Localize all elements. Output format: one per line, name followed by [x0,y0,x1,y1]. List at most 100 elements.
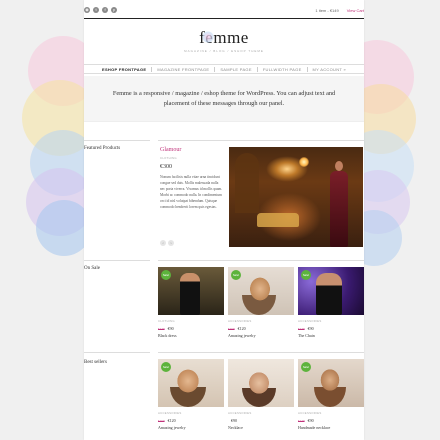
product-image[interactable]: Sale! [298,359,364,407]
slider-prev-button[interactable]: ‹ [160,240,166,246]
product-name[interactable]: Black dress [158,333,224,338]
twitter-icon[interactable]: t [93,7,99,13]
sale-badge: Sale! [161,362,171,372]
slider-arrows: ‹ › [160,240,174,246]
logo-swirl-icon [202,31,214,43]
social-icons: ◉ t f p [84,7,117,13]
product-name[interactable]: Necklace [228,425,294,430]
featured-product-description: Nonum facilisis nulla vitae urna tincidu… [160,175,223,209]
product-category[interactable]: CLOTHING [158,319,224,323]
old-price: €120 [298,418,305,423]
product-category[interactable]: ACCESSORIES [298,319,364,323]
logo-subtitle: MAGAZINE / BLOG / ESHOP THEME [184,49,264,53]
sale-badge: Sale! [301,362,311,372]
featured-product-category[interactable]: CLOTHING [160,156,177,160]
best-sellers-divider-right [158,352,364,353]
product-card[interactable]: Sale! ACCESSORIES €150 €120 Amazing jewe… [158,359,224,430]
nav-item-my-account[interactable]: MY ACCOUNT » [308,65,351,73]
featured-divider-right [158,140,364,141]
product-figure [316,273,342,315]
product-price: €150 €120 [228,326,294,331]
product-figure [242,369,276,407]
product-category[interactable]: ACCESSORIES [228,319,294,323]
product-category[interactable]: ACCESSORIES [228,411,294,415]
site-logo[interactable]: femme MAGAZINE / BLOG / ESHOP THEME [84,28,364,53]
product-price: €120 €90 [298,418,364,423]
on-sale-divider-right [158,260,364,261]
product-figure [242,275,276,315]
old-price: €120 [158,326,165,331]
product-card[interactable]: Sale! CLOTHING €120 €90 Black dress [158,267,224,338]
best-sellers-grid: Sale! ACCESSORIES €150 €120 Amazing jewe… [158,359,364,430]
nav-item-sample-page[interactable]: SAMPLE PAGE [215,65,256,73]
best-sellers-divider [84,352,150,353]
product-card[interactable]: Sale! ACCESSORIES €120 €90 Handmade neck… [298,359,364,430]
current-price: €90 [167,326,174,331]
page-container: ◉ t f p 1 item - €149 View Cart femme MA… [84,0,364,440]
current-price: €90 [307,326,314,331]
product-image[interactable]: Sale! [158,359,224,407]
sale-badge: Sale! [231,270,241,280]
topbar: ◉ t f p 1 item - €149 View Cart [84,4,364,16]
product-name[interactable]: Amazing jewelry [228,333,294,338]
product-name[interactable]: Amazing jewelry [158,425,224,430]
current-price: €90 [231,418,237,423]
image-arch [235,153,259,213]
sale-badge: Sale! [301,270,311,280]
main-nav: ESHOP FRONTPAGE MAGAZINE FRONTPAGE SAMPL… [84,64,364,74]
slider-next-button[interactable]: › [168,240,174,246]
product-category[interactable]: ACCESSORIES [298,411,364,415]
on-sale-divider [84,260,150,261]
rss-icon[interactable]: ◉ [84,7,90,13]
featured-section-title: Featured Products [84,146,121,151]
top-divider [84,18,364,19]
product-figure [180,273,200,315]
product-price: €120 €90 [298,326,364,331]
model-dress [330,171,348,247]
product-figure [314,367,346,407]
best-sellers-section-title: Best sellers [84,360,107,365]
on-sale-section-title: On Sale [84,266,100,271]
current-price: €120 [237,326,246,331]
product-image[interactable]: Sale! [158,267,224,315]
image-model [329,161,349,247]
featured-product-title[interactable]: Glamour [160,147,181,153]
current-price: €90 [307,418,314,423]
product-figure [170,367,206,407]
product-card[interactable]: ACCESSORIES €90 Necklace [228,359,294,430]
image-sofa [257,213,299,227]
product-card[interactable]: Sale! ACCESSORIES €150 €120 Amazing jewe… [228,267,294,338]
featured-product-price: €300 [160,164,172,170]
featured-product-image[interactable] [229,147,363,247]
view-cart-link[interactable]: View Cart [347,8,364,13]
model-head [335,161,343,171]
on-sale-grid: Sale! CLOTHING €120 €90 Black dress Sale… [158,267,364,338]
product-price: €150 €120 [158,418,224,423]
product-image[interactable]: Sale! [228,267,294,315]
product-category[interactable]: ACCESSORIES [158,411,224,415]
sale-badge: Sale! [161,270,171,280]
hero-message: Femme is a responsive / magazine / eshop… [84,76,364,122]
featured-divider [84,140,150,141]
product-price: €120 €90 [158,326,224,331]
cart-area: 1 item - €149 View Cart [315,8,364,13]
product-name[interactable]: Handmade necklace [298,425,364,430]
old-price: €150 [158,418,165,423]
product-name[interactable]: The Chain [298,333,364,338]
nav-item-fullwidth-page[interactable]: FULLWIDTH PAGE [258,65,307,73]
product-card[interactable]: Sale! ACCESSORIES €120 €90 The Chain [298,267,364,338]
nav-item-magazine-frontpage[interactable]: MAGAZINE FRONTPAGE [152,65,214,73]
product-image[interactable]: Sale! [298,267,364,315]
nav-item-eshop-frontpage[interactable]: ESHOP FRONTPAGE [97,65,151,73]
product-image[interactable] [228,359,294,407]
logo-title[interactable]: femme [84,28,364,48]
facebook-icon[interactable]: f [102,7,108,13]
product-price: €90 [228,418,294,423]
old-price: €120 [298,326,305,331]
current-price: €120 [167,418,176,423]
hero-text: Femme is a responsive / magazine / eshop… [112,89,336,107]
old-price: €150 [228,326,235,331]
cart-summary[interactable]: 1 item - €149 [315,8,338,13]
image-lamp [299,157,309,167]
pinterest-icon[interactable]: p [111,7,117,13]
